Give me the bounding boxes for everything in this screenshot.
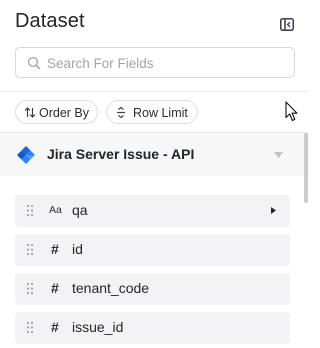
row-limit-icon <box>117 107 125 118</box>
order-by-button[interactable]: Order By <box>15 100 98 124</box>
drag-handle-icon[interactable] <box>27 205 33 216</box>
panel-header: Dataset <box>0 0 309 44</box>
search-input[interactable] <box>47 53 282 73</box>
panel-title: Dataset <box>15 10 85 32</box>
number-type-icon: # <box>51 241 59 257</box>
text-type-icon: Aa <box>49 204 62 216</box>
drag-handle-icon[interactable] <box>27 322 33 333</box>
field-item-issue-id[interactable]: # issue_id <box>15 312 290 344</box>
field-label: id <box>72 241 83 257</box>
caret-right-icon[interactable] <box>271 207 276 214</box>
number-type-icon: # <box>51 280 59 296</box>
chevron-down-icon[interactable] <box>274 152 283 158</box>
number-type-icon: # <box>51 319 59 335</box>
sort-arrows-icon <box>24 107 36 118</box>
row-limit-label: Row Limit <box>133 106 188 120</box>
jira-logo-icon <box>17 146 35 164</box>
scrollbar[interactable] <box>304 133 308 203</box>
data-source-name: Jira Server Issue - API <box>47 146 195 162</box>
field-item-id[interactable]: # id <box>15 234 290 266</box>
order-by-label: Order By <box>39 106 90 120</box>
row-limit-button[interactable]: Row Limit <box>106 100 198 124</box>
field-item-tenant-code[interactable]: # tenant_code <box>15 273 290 305</box>
drag-handle-icon[interactable] <box>27 244 33 255</box>
field-label: tenant_code <box>72 280 150 296</box>
field-label: qa <box>72 202 88 218</box>
field-label: issue_id <box>72 319 124 335</box>
drag-handle-icon[interactable] <box>27 283 33 294</box>
mouse-cursor-icon <box>285 101 298 122</box>
data-source-header[interactable]: Jira Server Issue - API <box>0 132 309 176</box>
collapse-panel-icon[interactable] <box>280 18 294 31</box>
divider <box>0 91 309 92</box>
search-icon <box>27 56 41 70</box>
field-item-qa[interactable]: Aa qa <box>15 195 290 227</box>
search-field[interactable] <box>15 47 295 78</box>
